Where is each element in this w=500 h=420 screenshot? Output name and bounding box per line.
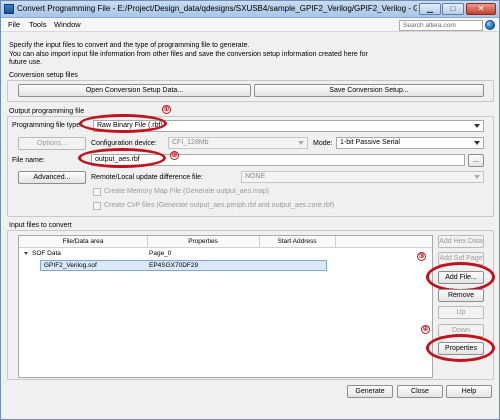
convert-programming-file-window: Convert Programming File - E:/Project/De… [0, 0, 500, 420]
intro-line: You can also import input file informati… [9, 50, 368, 58]
configuration-device-label: Configuration device: [91, 140, 157, 147]
minimize-button[interactable]: ▁ [419, 3, 441, 15]
file-row-properties: EP4SGX70DF29 [149, 262, 199, 269]
tree-row-properties: Page_0 [149, 250, 172, 257]
column-divider [335, 236, 336, 248]
add-file-button[interactable]: Add File... [438, 271, 484, 284]
close-button[interactable]: Close [397, 385, 443, 398]
advanced-button[interactable]: Advanced... [18, 171, 86, 184]
intro-line: future use. [9, 59, 43, 66]
options-button[interactable]: Options... [18, 137, 86, 150]
programming-file-type-label: Programming file type: [12, 122, 83, 129]
remote-local-update-select[interactable]: NONE [241, 171, 484, 183]
generate-button[interactable]: Generate [347, 385, 393, 398]
remote-local-update-label: Remote/Local update difference file: [91, 174, 203, 181]
title-bar[interactable]: Convert Programming File - E:/Project/De… [1, 1, 499, 18]
search-input[interactable]: Search altera.com [399, 20, 483, 31]
close-window-button[interactable]: ✕ [466, 3, 496, 15]
annotation-number-4: ④ [421, 325, 430, 334]
window-title: Convert Programming File - E:/Project/De… [17, 4, 417, 13]
conversion-setup-title: Conversion setup files [9, 72, 78, 79]
menu-file[interactable]: File [8, 20, 20, 29]
mode-select[interactable]: 1-bit Passive Serial [336, 137, 484, 149]
app-icon [4, 4, 14, 14]
tree-row-label[interactable]: SOF Data [32, 250, 61, 257]
column-header-start-address[interactable]: Start Address [259, 238, 335, 245]
add-sof-page-button[interactable]: Add Sof Page [438, 252, 484, 265]
add-hex-data-button[interactable]: Add Hex Data [438, 235, 484, 248]
memory-map-label: Create Memory Map File (Generate output_… [104, 188, 269, 195]
tree-expand-icon[interactable] [24, 252, 28, 255]
configuration-device-select[interactable]: CFI_128Mb [168, 137, 308, 149]
help-button[interactable]: Help [446, 385, 492, 398]
globe-icon[interactable] [485, 20, 495, 30]
chevron-down-icon [474, 141, 480, 145]
annotation-number-1: ① [162, 105, 171, 114]
remove-button[interactable]: Remove [438, 289, 484, 302]
open-conversion-setup-button[interactable]: Open Conversion Setup Data... [18, 84, 251, 97]
annotation-number-2: ② [170, 151, 179, 160]
maximize-button[interactable]: □ [442, 3, 464, 15]
file-row-label[interactable]: GPIF2_Verilog.sof [44, 262, 97, 269]
menu-window[interactable]: Window [54, 20, 81, 29]
chevron-down-icon [474, 124, 480, 128]
output-section-title: Output programming file [9, 108, 85, 115]
remote-local-update-value: NONE [245, 173, 266, 180]
input-files-table[interactable]: File/Data area Properties Start Address … [18, 235, 433, 378]
configuration-device-value: CFI_128Mb [172, 139, 209, 146]
down-button[interactable]: Down [438, 324, 484, 337]
cvp-files-label: Create CvP files (Generate output_aes.pe… [104, 202, 335, 209]
programming-file-type-value: Raw Binary File (.rbf) [97, 122, 163, 129]
menu-tools[interactable]: Tools [29, 20, 47, 29]
file-name-label: File name: [12, 157, 45, 164]
programming-file-type-select[interactable]: Raw Binary File (.rbf) [93, 120, 484, 132]
column-header-properties[interactable]: Properties [147, 238, 259, 245]
table-header: File/Data area Properties Start Address [19, 236, 432, 248]
mode-value: 1-bit Passive Serial [340, 139, 400, 146]
browse-button[interactable]: ... [468, 154, 484, 167]
chevron-down-icon [474, 175, 480, 179]
properties-button[interactable]: Properties [438, 342, 484, 355]
input-section-title: Input files to convert [9, 222, 72, 229]
annotation-number-3: ③ [417, 252, 426, 261]
cvp-files-checkbox[interactable] [93, 202, 101, 210]
chevron-down-icon [298, 141, 304, 145]
intro-line: Specify the input files to convert and t… [9, 42, 250, 49]
up-button[interactable]: Up [438, 306, 484, 319]
file-name-input[interactable]: output_aes.rbf [91, 154, 465, 166]
save-conversion-setup-button[interactable]: Save Conversion Setup... [254, 84, 484, 97]
memory-map-checkbox[interactable] [93, 188, 101, 196]
column-header-file[interactable]: File/Data area [19, 238, 147, 245]
intro-text: Specify the input files to convert and t… [9, 42, 449, 68]
mode-label: Mode: [313, 140, 333, 147]
